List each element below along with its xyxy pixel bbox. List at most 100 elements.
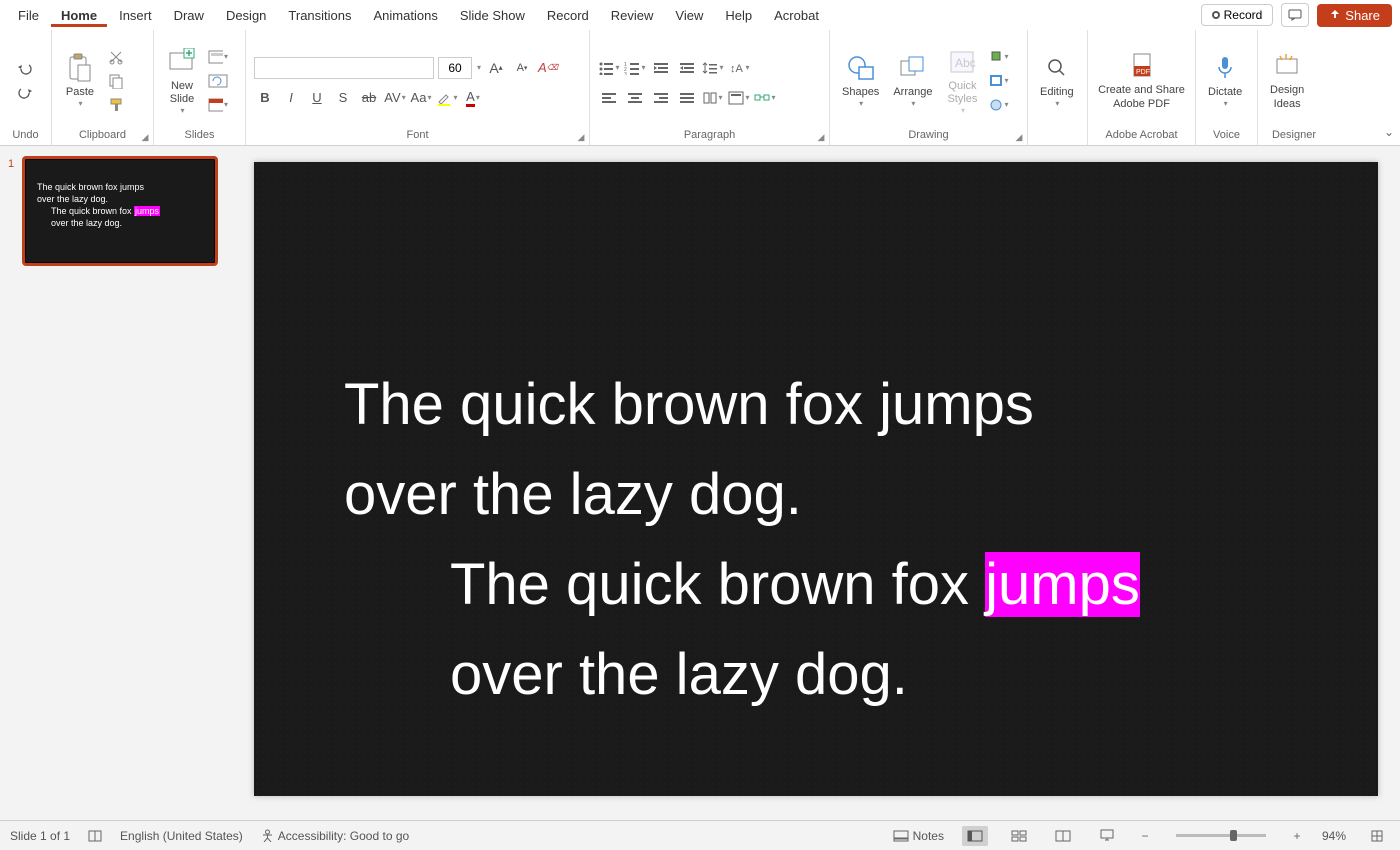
new-slide-button[interactable]: New Slide ▾ [162,44,202,118]
align-left-button[interactable] [598,87,620,109]
notes-button[interactable]: Notes [893,829,944,843]
smartart-button[interactable]: ▾ [754,87,776,109]
decrease-indent-button[interactable] [650,57,672,79]
record-button[interactable]: Record [1201,4,1274,26]
redo-button[interactable] [16,83,36,103]
font-dialog-launcher[interactable]: ◢ [575,131,587,143]
slide-line1: The quick brown fox jumps [344,360,1318,450]
menu-review[interactable]: Review [601,4,664,27]
menu-animations[interactable]: Animations [364,4,448,27]
create-pdf-button[interactable]: PDF Create and Share Adobe PDF [1096,48,1187,112]
increase-font-button[interactable]: A▴ [485,57,507,79]
zoom-slider-thumb[interactable] [1230,830,1237,841]
editing-button[interactable]: Editing▾ [1036,50,1078,111]
dictate-button[interactable]: Dictate▾ [1204,50,1246,111]
paste-button[interactable]: Paste ▾ [60,50,100,111]
align-text-button[interactable]: ▾ [728,87,750,109]
menu-design[interactable]: Design [216,4,276,27]
menu-help[interactable]: Help [715,4,762,27]
menu-transitions[interactable]: Transitions [278,4,361,27]
bold-button[interactable]: B [254,87,276,109]
menu-record[interactable]: Record [537,4,599,27]
clear-format-button[interactable]: A⌫ [537,57,559,79]
status-slide-number[interactable]: Slide 1 of 1 [10,829,70,843]
menu-slideshow[interactable]: Slide Show [450,4,535,27]
record-dot-icon [1212,11,1220,19]
align-center-button[interactable] [624,87,646,109]
zoom-in-button[interactable]: + [1290,829,1304,843]
zoom-slider[interactable] [1176,834,1266,837]
slide-textbox[interactable]: The quick brown fox jumps over the lazy … [344,360,1318,720]
slide-thumbnail-1[interactable]: The quick brown fox jumps over the lazy … [22,156,218,266]
design-ideas-button[interactable]: Design Ideas [1266,48,1308,112]
strike-button[interactable]: ab [358,87,380,109]
status-book-icon[interactable] [88,829,102,843]
copy-button[interactable] [106,71,126,91]
bullets-button[interactable]: ▾ [598,57,620,79]
numbering-button[interactable]: 123▾ [624,57,646,79]
justify-button[interactable] [676,87,698,109]
menu-insert[interactable]: Insert [109,4,162,27]
text-direction-button[interactable]: ↕A▾ [728,57,750,79]
undo-button[interactable] [16,59,36,79]
cut-button[interactable] [106,47,126,67]
decrease-font-button[interactable]: A▾ [511,57,533,79]
columns-button[interactable]: ▾ [702,87,724,109]
highlight-button[interactable]: ▾ [436,87,458,109]
find-icon [1041,52,1073,84]
align-right-button[interactable] [650,87,672,109]
accessibility-icon [261,829,274,842]
zoom-percent[interactable]: 94% [1322,829,1346,843]
shape-effects-button[interactable]: ▾ [988,95,1008,115]
increase-indent-button[interactable] [676,57,698,79]
menu-home[interactable]: Home [51,4,107,27]
shapes-button[interactable]: Shapes▾ [838,50,883,111]
group-paragraph-label: Paragraph [598,127,821,143]
sorter-view-button[interactable] [1006,826,1032,846]
paragraph-dialog-launcher[interactable]: ◢ [815,131,827,143]
collapse-ribbon-button[interactable]: ⌄ [1384,125,1394,139]
status-language[interactable]: English (United States) [120,829,243,843]
clipboard-dialog-launcher[interactable]: ◢ [139,131,151,143]
font-size-input[interactable] [438,57,472,79]
slideshow-view-button[interactable] [1094,826,1120,846]
char-spacing-button[interactable]: AV▾ [384,87,406,109]
thumbnail-pane[interactable]: 1 The quick brown fox jumps over the laz… [0,146,232,820]
slide-canvas[interactable]: The quick brown fox jumps over the lazy … [254,162,1378,796]
menu-acrobat[interactable]: Acrobat [764,4,829,27]
comments-button[interactable] [1281,3,1309,27]
shape-outline-button[interactable]: ▾ [988,71,1008,91]
quick-styles-button[interactable]: Abc Quick Styles▾ [942,44,982,118]
section-button[interactable]: ▾ [208,95,228,115]
status-accessibility[interactable]: Accessibility: Good to go [261,829,409,843]
line-spacing-button[interactable]: ▾ [702,57,724,79]
slide-highlighted-word: jumps [985,552,1140,617]
change-case-button[interactable]: Aa▾ [410,87,432,109]
normal-view-button[interactable] [962,826,988,846]
underline-button[interactable]: U [306,87,328,109]
reset-button[interactable] [208,71,228,91]
menu-file[interactable]: File [8,4,49,27]
menu-view[interactable]: View [665,4,713,27]
share-button[interactable]: Share [1317,4,1392,27]
shadow-button[interactable]: S [332,87,354,109]
font-color-button[interactable]: A▾ [462,87,484,109]
reading-view-button[interactable] [1050,826,1076,846]
fit-window-button[interactable] [1364,826,1390,846]
italic-button[interactable]: I [280,87,302,109]
format-painter-button[interactable] [106,95,126,115]
shapes-icon [845,52,877,84]
arrange-button[interactable]: Arrange▾ [889,50,936,111]
drawing-dialog-launcher[interactable]: ◢ [1013,131,1025,143]
new-slide-label: New Slide [170,80,194,106]
slide-editor-area[interactable]: The quick brown fox jumps over the lazy … [232,146,1400,820]
layout-button[interactable]: ▾ [208,47,228,67]
zoom-out-button[interactable]: − [1138,829,1152,843]
font-size-chevron-down-icon[interactable]: ▾ [477,63,481,72]
font-name-input[interactable] [254,57,434,79]
thumbnail-number: 1 [8,156,22,266]
mic-icon [1209,52,1241,84]
svg-text:PDF: PDF [1136,69,1150,76]
menu-draw[interactable]: Draw [164,4,214,27]
shape-fill-button[interactable]: ▾ [988,47,1008,67]
